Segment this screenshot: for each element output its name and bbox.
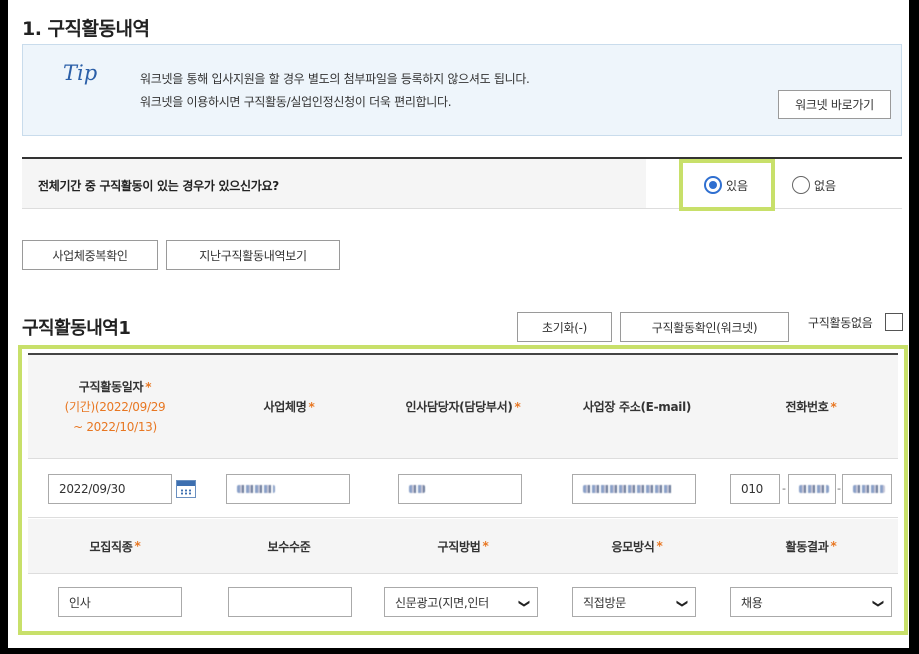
cell-job: 인사	[28, 575, 202, 631]
question-cell: 전체기간 중 구직활동이 있는 경우가 있으신가요?	[22, 159, 646, 208]
phone-dash-1: -	[782, 482, 786, 495]
method-select[interactable]: 신문광고(지면,인터 ❯	[384, 587, 538, 617]
header-manager-label: 인사담당자(담당부서)	[405, 400, 513, 414]
required-mark: *	[482, 539, 489, 553]
radio-no-label: 없음	[814, 178, 837, 193]
no-activity-checkbox[interactable]	[885, 313, 903, 331]
header-salary-label: 보수수준	[267, 539, 311, 554]
header-apply-label: 응모방식	[611, 539, 655, 554]
radio-yes-label: 있음	[726, 178, 749, 193]
phone-prefix-input[interactable]: 010	[730, 474, 780, 504]
phone-dash-2: -	[837, 482, 841, 495]
section-title: 1. 구직활동내역	[22, 18, 150, 40]
date-input[interactable]: 2022/09/30	[48, 474, 172, 504]
page: 1. 구직활동내역 Tip 워크넷을 통해 입사지원을 할 경우 별도의 첨부파…	[8, 0, 909, 648]
result-select[interactable]: 채용 ❯	[730, 587, 892, 617]
method-select-value: 신문광고(지면,인터	[395, 595, 489, 610]
question-row: 전체기간 중 구직활동이 있는 경우가 있으신가요? 있음 없음	[22, 157, 902, 211]
header-method-label: 구직방법	[437, 539, 481, 554]
required-mark: *	[830, 539, 837, 553]
header-result: 활동결과 *	[724, 519, 898, 574]
masked-text	[237, 485, 275, 493]
manager-input[interactable]	[398, 474, 522, 504]
required-mark: *	[308, 399, 315, 414]
reset-button[interactable]: 초기화(-)	[517, 312, 612, 342]
company-input[interactable]	[226, 474, 350, 504]
apply-select[interactable]: 직접방문 ❯	[572, 587, 696, 617]
question-text: 전체기간 중 구직활동이 있는 경우가 있으신가요?	[38, 179, 279, 193]
header-company: 사업체명 *	[202, 355, 376, 459]
cell-address	[550, 460, 724, 518]
header-method: 구직방법 *	[376, 519, 550, 574]
header-date-range-1: (기간)(2022/09/29	[64, 399, 166, 414]
header-apply: 응모방식 *	[550, 519, 724, 574]
header-job-label: 모집직종	[89, 539, 133, 554]
activity-grid-highlight: 구직활동일자 * (기간)(2022/09/29 ~ 2022/10/13) 사업…	[18, 345, 908, 635]
header-company-label: 사업체명	[263, 400, 307, 414]
masked-text	[409, 485, 425, 493]
phone-middle-input[interactable]	[788, 474, 836, 504]
header-address-label: 사업장 주소(E-mail)	[582, 400, 692, 414]
cell-company	[202, 460, 376, 518]
cell-phone: 010 - -	[724, 460, 898, 518]
salary-input[interactable]	[228, 587, 352, 617]
cell-salary	[202, 575, 376, 631]
cell-manager	[376, 460, 550, 518]
activity-confirm-button[interactable]: 구직활동확인(워크넷)	[620, 312, 789, 342]
apply-select-value: 직접방문	[583, 595, 626, 610]
no-activity-label: 구직활동없음	[808, 316, 873, 330]
cell-apply: 직접방문 ❯	[550, 575, 724, 631]
required-mark: *	[830, 399, 837, 414]
header-phone: 전화번호 *	[724, 355, 898, 459]
tip-line-1: 워크넷을 통해 입사지원을 할 경우 별도의 첨부파일을 등록하지 않으셔도 됩…	[140, 72, 530, 86]
activity-title: 구직활동내역1	[22, 318, 131, 339]
header-result-label: 활동결과	[785, 539, 829, 554]
tip-box: Tip 워크넷을 통해 입사지원을 할 경우 별도의 첨부파일을 등록하지 않으…	[22, 44, 902, 136]
cell-result: 채용 ❯	[724, 575, 898, 631]
radio-yes-circle[interactable]	[704, 176, 722, 194]
tip-label: Tip	[63, 61, 98, 85]
header-phone-label: 전화번호	[785, 400, 829, 414]
header-address: 사업장 주소(E-mail)	[550, 355, 724, 459]
radio-yes[interactable]: 있음	[704, 176, 748, 194]
job-input[interactable]: 인사	[58, 587, 182, 617]
past-activity-view-button[interactable]: 지난구직활동내역보기	[166, 240, 340, 270]
cell-date: 2022/09/30	[28, 460, 202, 518]
cell-method: 신문광고(지면,인터 ❯	[376, 575, 550, 631]
result-select-value: 채용	[741, 595, 763, 610]
address-input[interactable]	[572, 474, 696, 504]
chevron-down-icon: ❯	[676, 599, 690, 608]
header-date-range-2: ~ 2022/10/13)	[73, 419, 157, 434]
header-manager: 인사담당자(담당부서) *	[376, 355, 550, 459]
masked-text	[853, 485, 885, 493]
required-mark: *	[134, 539, 141, 553]
required-mark: *	[514, 399, 521, 414]
masked-text	[583, 485, 673, 493]
radio-no-circle[interactable]	[792, 176, 810, 194]
calendar-icon[interactable]	[176, 480, 196, 498]
tip-line-2: 워크넷을 이용하시면 구직활동/실업인정신청이 더욱 편리합니다.	[140, 95, 452, 109]
header-salary: 보수수준	[202, 519, 376, 574]
worknet-shortcut-button[interactable]: 워크넷 바로가기	[778, 90, 891, 119]
required-mark: *	[145, 379, 152, 394]
business-duplicate-check-button[interactable]: 사업체중복확인	[22, 240, 158, 270]
phone-last-input[interactable]	[842, 474, 892, 504]
header-date-label: 구직활동일자	[78, 379, 144, 394]
masked-text	[799, 485, 829, 493]
chevron-down-icon: ❯	[518, 599, 532, 608]
required-mark: *	[656, 539, 663, 553]
header-date: 구직활동일자 * (기간)(2022/09/29 ~ 2022/10/13)	[28, 355, 202, 459]
radio-no[interactable]: 없음	[792, 176, 836, 194]
header-job: 모집직종 *	[28, 519, 202, 574]
activity-grid: 구직활동일자 * (기간)(2022/09/29 ~ 2022/10/13) 사업…	[28, 353, 898, 631]
chevron-down-icon: ❯	[872, 599, 886, 608]
